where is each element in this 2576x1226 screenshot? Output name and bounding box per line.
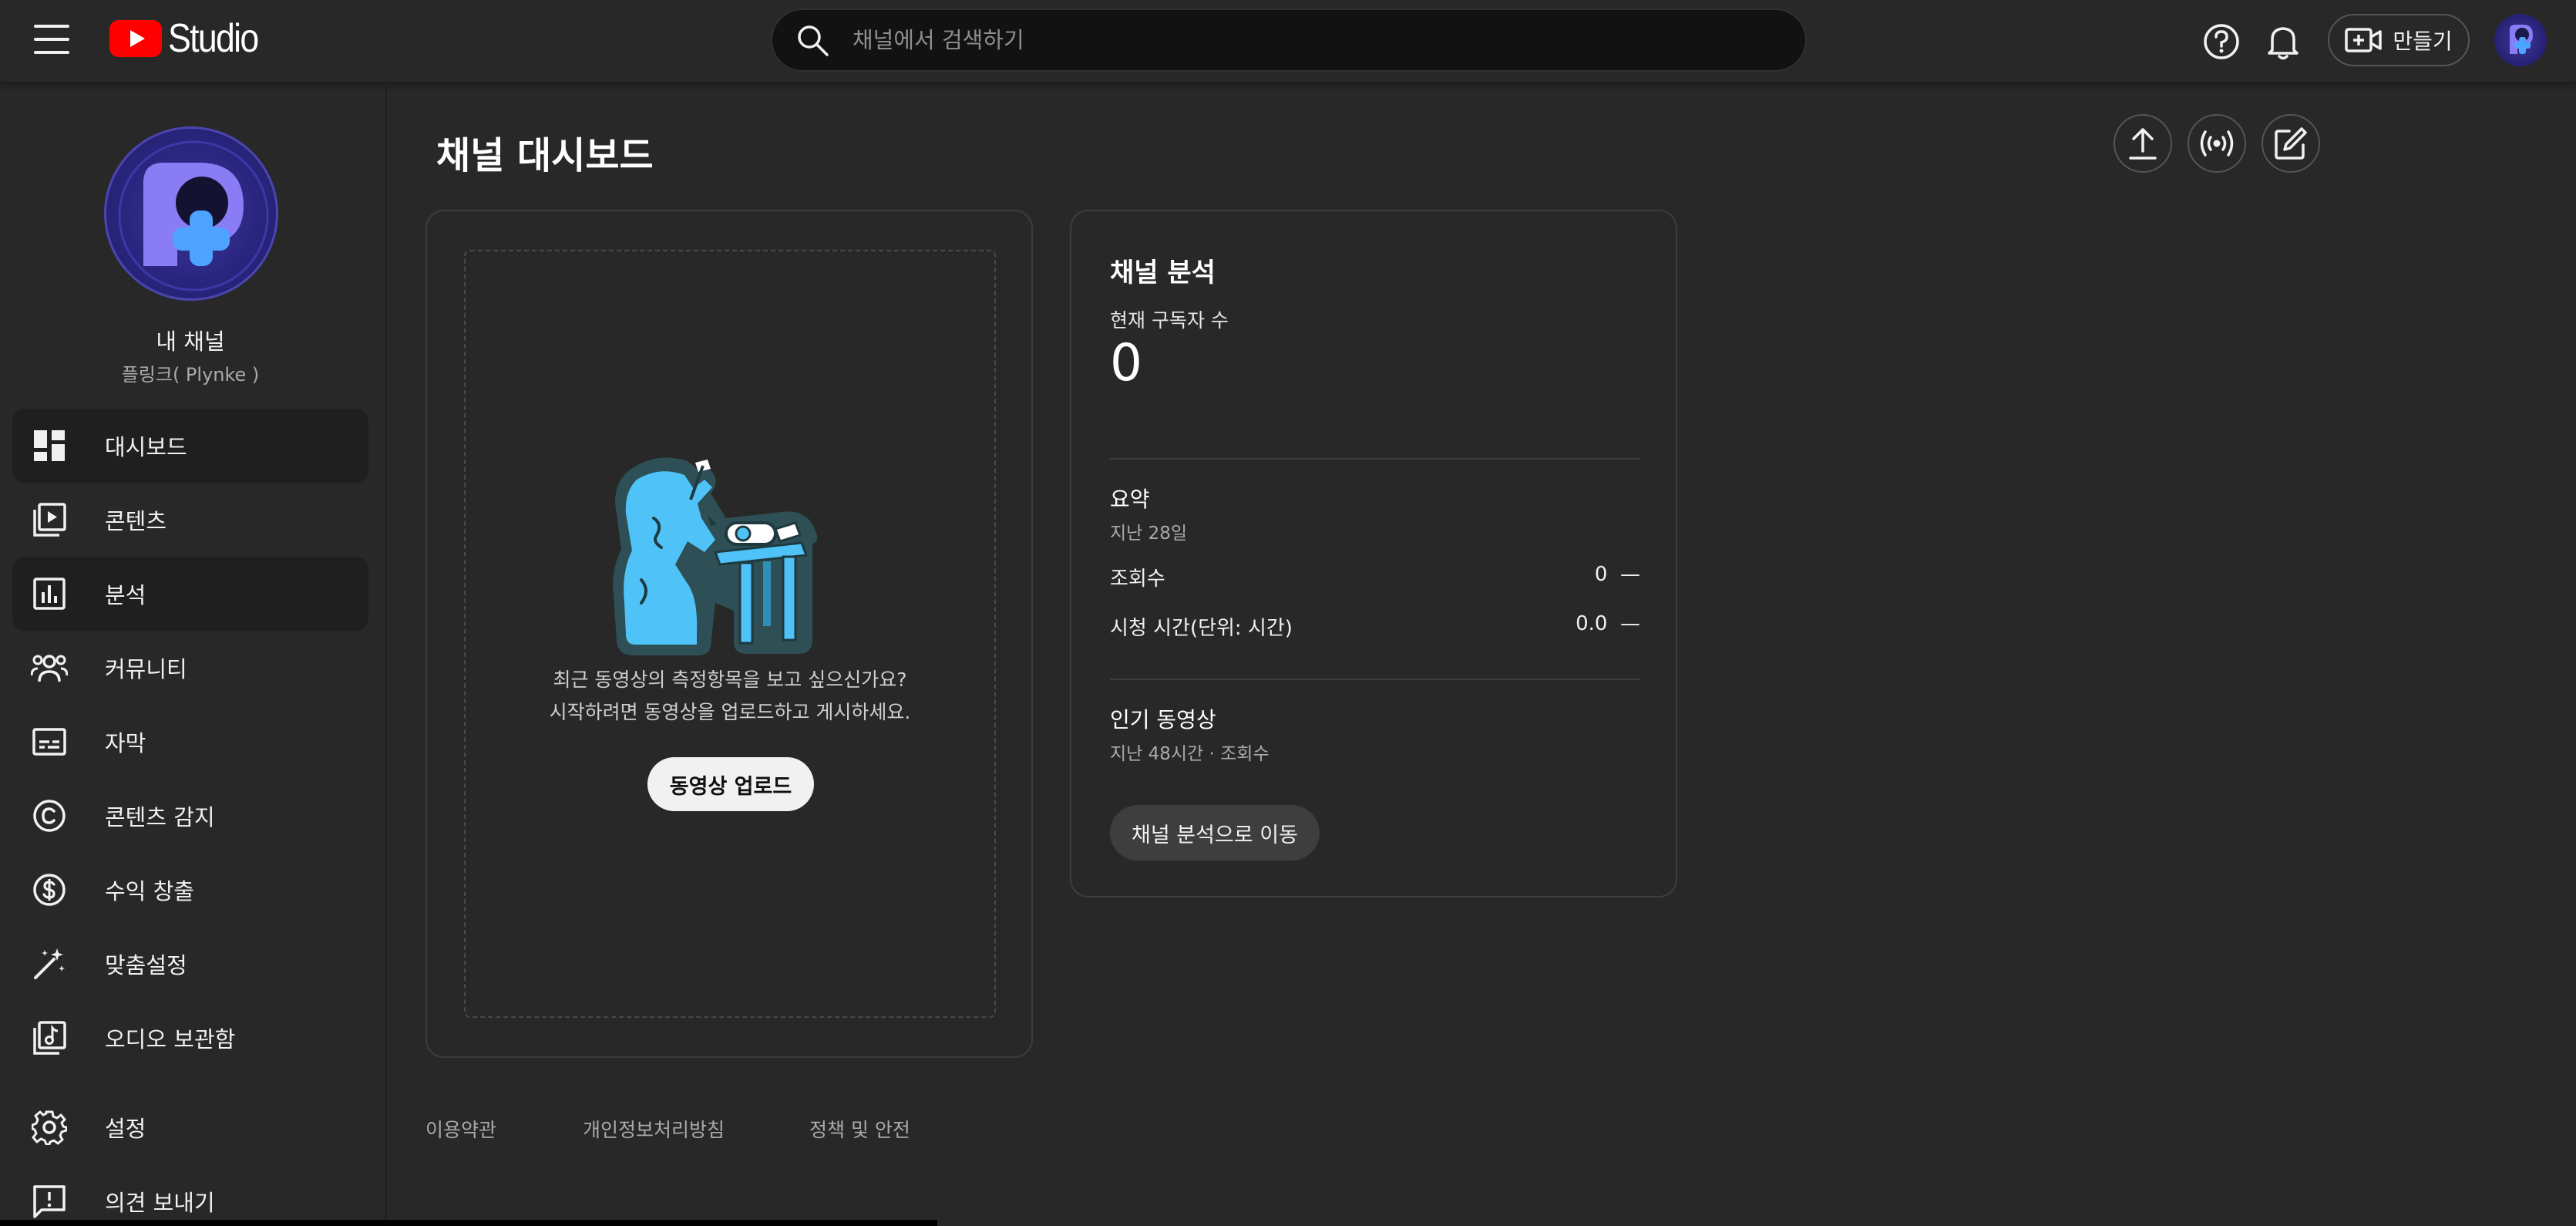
search-icon xyxy=(798,25,829,56)
notifications-bell-icon[interactable] xyxy=(2262,20,2305,63)
footer-link-privacy[interactable]: 개인정보처리방침 xyxy=(583,1115,725,1143)
go-live-button[interactable] xyxy=(2188,114,2246,173)
metric-row-watch-time: 시청 시간(단위: 시간) 0.0 — xyxy=(1110,612,1640,641)
metric-value: 0 — xyxy=(1594,563,1640,586)
sidebar-item-label: 콘텐츠 xyxy=(105,508,167,534)
sidebar-item-audio-library[interactable]: 오디오 보관함 xyxy=(12,1001,368,1075)
sidebar-item-send-feedback[interactable]: 의견 보내기 xyxy=(12,1164,368,1226)
create-button-label: 만들기 xyxy=(2393,29,2453,54)
footer-link-terms[interactable]: 이용약관 xyxy=(425,1115,496,1143)
sidebar-item-customization[interactable]: 맞춤설정 xyxy=(12,927,368,1001)
subtitles-icon xyxy=(31,723,68,760)
create-post-button[interactable] xyxy=(2262,114,2320,173)
horizontal-scrollbar[interactable] xyxy=(0,1220,937,1226)
page-title: 채널 대시보드 xyxy=(436,134,654,177)
help-icon[interactable] xyxy=(2200,20,2243,63)
dollar-icon xyxy=(31,871,68,908)
sidebar-item-label: 수익 창출 xyxy=(105,878,194,904)
menu-icon[interactable] xyxy=(34,25,69,54)
channel-logo-icon xyxy=(118,140,269,291)
top-bar: Studio 만들기 xyxy=(0,0,2576,83)
metric-label: 조회수 xyxy=(1110,568,1165,591)
sidebar-item-content[interactable]: 콘텐츠 xyxy=(12,483,368,557)
sidebar-item-label: 자막 xyxy=(105,730,146,756)
sidebar-item-label: 커뮤니티 xyxy=(105,656,187,682)
sidebar-item-analytics[interactable]: 분석 xyxy=(12,557,368,631)
feedback-icon xyxy=(31,1183,68,1220)
metric-value: 0.0 — xyxy=(1576,612,1640,635)
sidebar-item-settings[interactable]: 설정 xyxy=(12,1090,368,1164)
summary-title: 요약 xyxy=(1110,487,1150,512)
search-bar[interactable] xyxy=(771,8,1807,72)
youtube-studio-logo[interactable]: Studio xyxy=(109,16,272,61)
channel-logo-icon xyxy=(2510,25,2533,54)
upload-illustration xyxy=(613,457,818,655)
dashboard-icon xyxy=(31,427,68,464)
content-icon xyxy=(31,501,68,538)
divider xyxy=(1110,679,1640,680)
create-button[interactable]: 만들기 xyxy=(2328,14,2470,66)
sidebar: 내 채널 플링크( Plynke ) 대시보드 콘텐츠 분석 커뮤니티 자막 콘… xyxy=(0,85,387,1226)
sidebar-item-label: 설정 xyxy=(105,1116,146,1142)
channel-analytics-card: 채널 분석 현재 구독자 수 0 요약 지난 28일 조회수 0 — 시청 시간… xyxy=(1070,210,1677,898)
sidebar-item-dashboard[interactable]: 대시보드 xyxy=(12,409,368,483)
popular-videos-period: 지난 48시간 · 조회수 xyxy=(1110,744,1270,764)
metric-label: 시청 시간(단위: 시간) xyxy=(1110,617,1293,640)
analytics-card-title: 채널 분석 xyxy=(1110,258,1216,288)
video-add-icon xyxy=(2345,28,2383,52)
sidebar-item-content-detection[interactable]: 콘텐츠 감지 xyxy=(12,779,368,853)
sidebar-item-label: 분석 xyxy=(105,582,146,608)
sidebar-item-label: 의견 보내기 xyxy=(105,1190,215,1216)
popular-videos-title: 인기 동영상 xyxy=(1110,707,1216,733)
search-input[interactable] xyxy=(853,27,1700,53)
subscribers-value: 0 xyxy=(1110,333,1142,392)
audio-library-icon xyxy=(31,1019,68,1056)
upload-icon xyxy=(2129,128,2157,160)
footer-link-policy-safety[interactable]: 정책 및 안전 xyxy=(809,1115,910,1143)
summary-period: 지난 28일 xyxy=(1110,524,1188,544)
magic-wand-icon xyxy=(31,945,68,982)
sidebar-item-label: 콘텐츠 감지 xyxy=(105,804,215,830)
subscribers-label: 현재 구독자 수 xyxy=(1110,309,1229,332)
logo-text: Studio xyxy=(168,16,259,61)
live-broadcast-icon xyxy=(2200,130,2234,157)
metric-row-views: 조회수 0 — xyxy=(1110,563,1640,591)
channel-title: 내 채널 xyxy=(156,328,225,355)
upload-button[interactable] xyxy=(2114,114,2172,173)
copyright-icon xyxy=(31,797,68,834)
divider xyxy=(1110,458,1640,460)
upload-video-button[interactable]: 동영상 업로드 xyxy=(647,757,814,811)
analytics-icon xyxy=(31,575,68,612)
sidebar-item-label: 맞춤설정 xyxy=(105,952,187,978)
go-to-analytics-button[interactable]: 채널 분석으로 이동 xyxy=(1110,805,1320,861)
sidebar-item-monetization[interactable]: 수익 창출 xyxy=(12,853,368,927)
trend-dash: — xyxy=(1620,563,1640,586)
account-avatar[interactable] xyxy=(2494,14,2547,66)
community-icon xyxy=(31,649,68,686)
youtube-logo-icon xyxy=(109,20,162,57)
sidebar-item-community[interactable]: 커뮤니티 xyxy=(12,631,368,705)
edit-icon xyxy=(2275,127,2307,160)
sidebar-item-label: 오디오 보관함 xyxy=(105,1026,236,1053)
sidebar-item-subtitles[interactable]: 자막 xyxy=(12,705,368,779)
sidebar-item-label: 대시보드 xyxy=(105,434,187,460)
upload-prompt-line1: 최근 동영상의 측정항목을 보고 싶으신가요? xyxy=(553,669,907,691)
gear-icon xyxy=(31,1109,68,1146)
upload-prompt-line2: 시작하려면 동영상을 업로드하고 게시하세요. xyxy=(549,701,911,723)
video-upload-card: 최근 동영상의 측정항목을 보고 싶으신가요? 시작하려면 동영상을 업로드하고… xyxy=(425,210,1033,1058)
channel-handle: 플링크( Plynke ) xyxy=(121,364,260,386)
trend-dash: — xyxy=(1620,612,1640,635)
channel-avatar[interactable] xyxy=(104,126,278,301)
